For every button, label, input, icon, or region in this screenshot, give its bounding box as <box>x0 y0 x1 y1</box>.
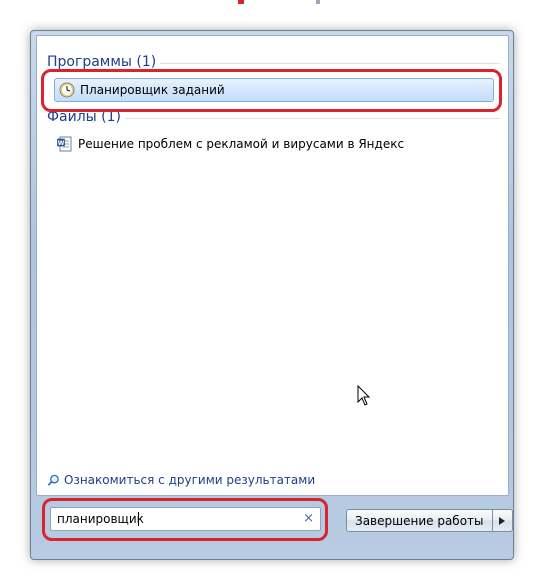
svg-text:W: W <box>58 140 65 147</box>
group-divider <box>125 118 500 119</box>
programs-group-header: Программы (1) <box>47 54 157 70</box>
triangle-right-icon <box>499 516 506 525</box>
see-more-results-link[interactable]: Ознакомиться с другими результатами <box>47 473 315 487</box>
magnifier-icon <box>47 474 59 486</box>
search-input[interactable] <box>51 509 297 529</box>
group-divider <box>160 63 500 64</box>
screenshot-root: Программы (1) Планировщик заданий Файлы … <box>0 0 542 586</box>
highlight-box-result <box>41 69 502 112</box>
shutdown-options-button[interactable] <box>492 509 513 532</box>
top-edge-fragment <box>238 0 244 4</box>
search-box[interactable]: × <box>50 507 321 531</box>
result-item-file[interactable]: W Решение проблем с рекламой и вирусами … <box>53 131 495 157</box>
see-more-label: Ознакомиться с другими результатами <box>64 473 316 487</box>
shutdown-group: Завершение работы <box>346 509 513 532</box>
text-caret <box>138 512 139 526</box>
mouse-cursor-icon <box>357 385 371 406</box>
result-item-label: Решение проблем с рекламой и вирусами в … <box>78 137 405 151</box>
shutdown-button[interactable]: Завершение работы <box>346 509 493 532</box>
top-edge-fragment <box>316 0 320 4</box>
clear-search-button[interactable]: × <box>303 511 314 527</box>
word-document-icon: W <box>57 136 72 152</box>
